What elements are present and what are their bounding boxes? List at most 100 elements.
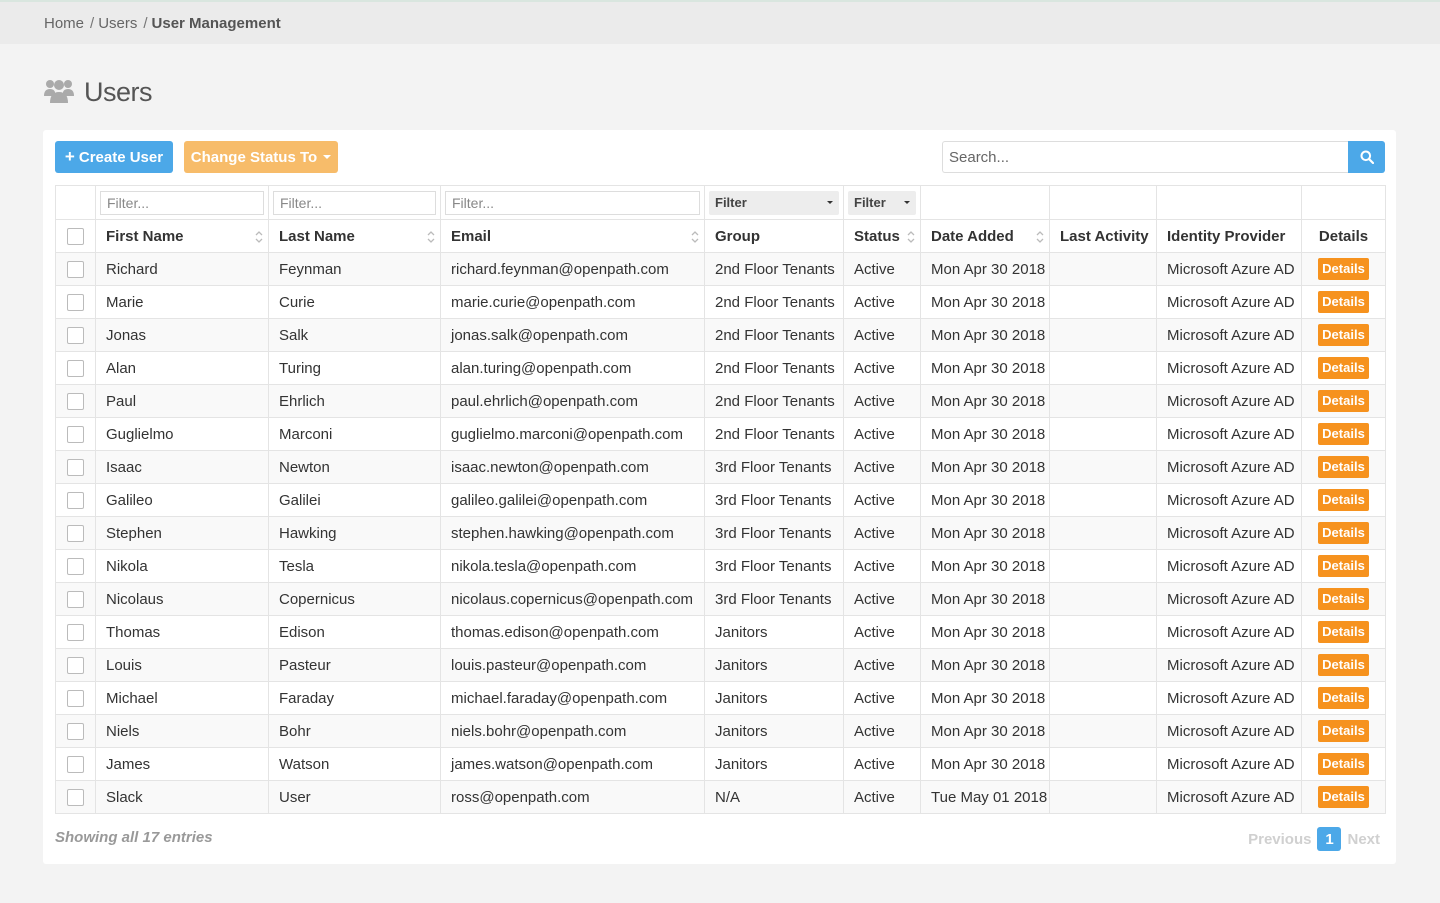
group-cell: 2nd Floor Tenants	[704, 318, 844, 352]
details-button[interactable]: Details	[1318, 588, 1369, 610]
status-cell: Active	[843, 285, 921, 319]
status-cell: Active	[843, 417, 921, 451]
filter-first-name[interactable]	[100, 190, 264, 215]
table-row: Thomas Edison thomas.edison@openpath.com Ja…	[55, 615, 1386, 649]
row-checkbox[interactable]	[67, 788, 84, 806]
row-checkbox[interactable]	[67, 524, 84, 542]
date-added-cell: Mon Apr 30 2018	[920, 285, 1050, 319]
row-checkbox[interactable]	[67, 491, 84, 509]
caret-down-icon	[904, 201, 910, 204]
row-checkbox[interactable]	[67, 260, 84, 278]
breadcrumb-home[interactable]: Home	[44, 15, 84, 32]
table-row: Paul Ehrlich paul.ehrlich@openpath.com 2nd …	[55, 384, 1386, 418]
identity-provider-cell: Microsoft Azure AD	[1156, 747, 1302, 781]
select-all-checkbox[interactable]	[67, 227, 84, 245]
first-name-cell: Richard	[95, 252, 269, 286]
sort-icon	[255, 231, 263, 243]
next-page-button[interactable]: Next	[1347, 831, 1380, 848]
group-cell: 2nd Floor Tenants	[704, 351, 844, 385]
email-cell: james.watson@openpath.com	[440, 747, 705, 781]
breadcrumb-users[interactable]: Users	[98, 15, 137, 32]
first-name-cell: Niels	[95, 714, 269, 748]
row-checkbox[interactable]	[67, 722, 84, 740]
row-checkbox[interactable]	[67, 392, 84, 410]
details-button[interactable]: Details	[1318, 324, 1369, 346]
date-added-cell: Mon Apr 30 2018	[920, 549, 1050, 583]
details-button[interactable]: Details	[1318, 258, 1369, 280]
row-checkbox[interactable]	[67, 425, 84, 443]
email-cell: alan.turing@openpath.com	[440, 351, 705, 385]
table-body: Richard Feynman richard.feynman@openpath.c…	[55, 252, 1386, 814]
row-checkbox[interactable]	[67, 656, 84, 674]
date-added-cell: Mon Apr 30 2018	[920, 417, 1050, 451]
email-cell: louis.pasteur@openpath.com	[440, 648, 705, 682]
change-status-dropdown[interactable]: Change Status To	[184, 141, 338, 173]
email-cell: guglielmo.marconi@openpath.com	[440, 417, 705, 451]
details-button[interactable]: Details	[1318, 390, 1369, 412]
row-checkbox[interactable]	[67, 293, 84, 311]
column-header-last-name[interactable]: Last Name	[268, 219, 441, 253]
group-cell: 3rd Floor Tenants	[704, 483, 844, 517]
status-cell: Active	[843, 450, 921, 484]
details-button[interactable]: Details	[1318, 555, 1369, 577]
row-checkbox[interactable]	[67, 689, 84, 707]
table-row: Marie Curie marie.curie@openpath.com 2nd Fl…	[55, 285, 1386, 319]
filter-last-name[interactable]	[273, 190, 436, 215]
identity-provider-cell: Microsoft Azure AD	[1156, 582, 1302, 616]
identity-provider-cell: Microsoft Azure AD	[1156, 714, 1302, 748]
row-checkbox[interactable]	[67, 458, 84, 476]
row-checkbox[interactable]	[67, 623, 84, 641]
identity-provider-cell: Microsoft Azure AD	[1156, 384, 1302, 418]
column-header-status[interactable]: Status	[843, 219, 921, 253]
status-cell: Active	[843, 252, 921, 286]
details-button[interactable]: Details	[1318, 456, 1369, 478]
previous-page-button[interactable]: Previous	[1248, 831, 1311, 848]
row-checkbox[interactable]	[67, 755, 84, 773]
breadcrumb: Home / Users / User Management	[0, 2, 1440, 44]
row-checkbox[interactable]	[67, 557, 84, 575]
details-button[interactable]: Details	[1318, 654, 1369, 676]
search-button[interactable]	[1348, 141, 1385, 173]
table-row: Louis Pasteur louis.pasteur@openpath.com Ja…	[55, 648, 1386, 682]
details-button[interactable]: Details	[1318, 522, 1369, 544]
table-row: Alan Turing alan.turing@openpath.com 2nd Fl…	[55, 351, 1386, 385]
last-activity-cell	[1049, 384, 1157, 418]
email-cell: niels.bohr@openpath.com	[440, 714, 705, 748]
filter-status-select[interactable]: Filter	[848, 190, 916, 215]
create-user-button[interactable]: + Create User	[55, 141, 173, 173]
identity-provider-cell: Microsoft Azure AD	[1156, 516, 1302, 550]
table-row: Nicolaus Copernicus nicolaus.copernicus@op…	[55, 582, 1386, 616]
create-user-label: Create User	[78, 148, 164, 166]
details-button[interactable]: Details	[1318, 357, 1369, 379]
details-button[interactable]: Details	[1318, 753, 1369, 775]
details-button[interactable]: Details	[1318, 720, 1369, 742]
page-1-button[interactable]: 1	[1317, 827, 1342, 851]
details-button[interactable]: Details	[1318, 423, 1369, 445]
change-status-label: Change Status To	[190, 148, 318, 166]
select-all-cell	[55, 219, 96, 253]
details-button[interactable]: Details	[1318, 687, 1369, 709]
date-added-cell: Mon Apr 30 2018	[920, 318, 1050, 352]
details-button[interactable]: Details	[1318, 489, 1369, 511]
email-cell: ross@openpath.com	[440, 780, 705, 814]
column-header-email[interactable]: Email	[440, 219, 705, 253]
first-name-cell: Jonas	[95, 318, 269, 352]
filter-email[interactable]	[445, 190, 700, 215]
last-name-cell: Copernicus	[268, 582, 441, 616]
last-activity-cell	[1049, 648, 1157, 682]
row-checkbox[interactable]	[67, 326, 84, 344]
last-name-cell: Edison	[268, 615, 441, 649]
last-activity-cell	[1049, 318, 1157, 352]
column-header-date-added[interactable]: Date Added	[920, 219, 1050, 253]
row-checkbox[interactable]	[67, 359, 84, 377]
email-cell: jonas.salk@openpath.com	[440, 318, 705, 352]
filter-group-select[interactable]: Filter	[709, 190, 839, 215]
column-header-first-name[interactable]: First Name	[95, 219, 269, 253]
details-button[interactable]: Details	[1318, 786, 1369, 808]
details-button[interactable]: Details	[1318, 621, 1369, 643]
group-cell: 3rd Floor Tenants	[704, 582, 844, 616]
email-cell: isaac.newton@openpath.com	[440, 450, 705, 484]
details-button[interactable]: Details	[1318, 291, 1369, 313]
row-checkbox[interactable]	[67, 590, 84, 608]
search-input[interactable]	[942, 141, 1348, 173]
